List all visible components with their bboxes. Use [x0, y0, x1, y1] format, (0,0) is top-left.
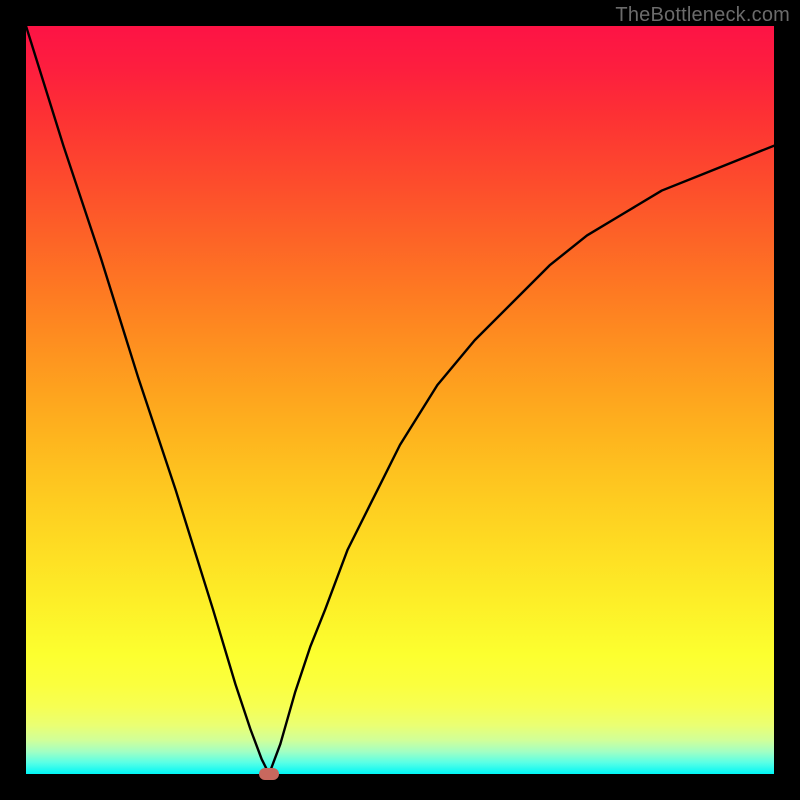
watermark-text: TheBottleneck.com [615, 4, 790, 27]
curve-left-branch [26, 26, 269, 774]
chart-frame: TheBottleneck.com [0, 0, 800, 800]
minimum-marker [259, 768, 279, 780]
chart-plot-area [26, 26, 774, 774]
chart-curve [26, 26, 774, 774]
curve-right-branch [269, 146, 774, 774]
